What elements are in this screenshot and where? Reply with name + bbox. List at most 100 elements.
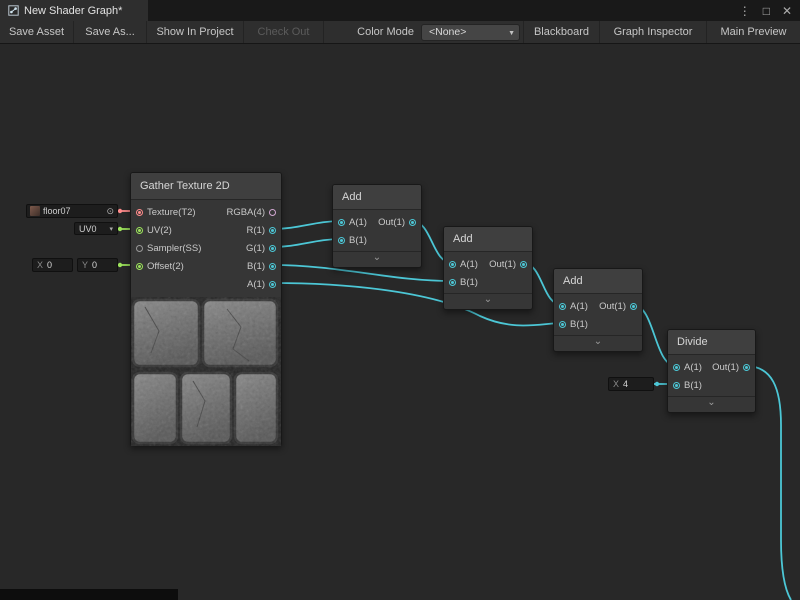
out-port[interactable] bbox=[630, 303, 637, 310]
port-row-a: A(1) bbox=[559, 297, 588, 315]
port-label-a: A(1) bbox=[349, 217, 367, 228]
node-add-2[interactable]: Add A(1) B(1) Out(1) ⌄ bbox=[443, 226, 533, 310]
offset-x-label: X bbox=[37, 260, 43, 270]
b-input-port[interactable] bbox=[559, 321, 566, 328]
sampler-input-port[interactable] bbox=[136, 245, 143, 252]
uv-dropdown-arrow-icon: ▾ bbox=[109, 225, 113, 233]
b-input-port[interactable] bbox=[338, 237, 345, 244]
uv-input-port[interactable] bbox=[136, 227, 143, 234]
uv-channel-dropdown[interactable]: UV0 ▾ bbox=[74, 222, 118, 235]
port-label-texture: Texture(T2) bbox=[147, 207, 196, 218]
bottom-dock-strip bbox=[0, 589, 178, 600]
port-row-out: Out(1) bbox=[712, 358, 750, 376]
object-picker-icon[interactable]: ⊙ bbox=[106, 206, 114, 217]
preview-collapse-chevron[interactable]: ⌄ bbox=[444, 293, 532, 309]
b-input-port[interactable] bbox=[673, 382, 680, 389]
unity-shader-graph-window: New Shader Graph* ⋮ □ ✕ Save Asset Save … bbox=[0, 0, 800, 600]
edges-layer bbox=[0, 0, 800, 600]
r-output-port[interactable] bbox=[269, 227, 276, 234]
port-row-sampler: Sampler(SS) bbox=[136, 239, 201, 257]
port-row-b: B(1) bbox=[449, 273, 478, 291]
port-label-offset: Offset(2) bbox=[147, 261, 184, 272]
node-add-1[interactable]: Add A(1) B(1) Out(1) ⌄ bbox=[332, 184, 422, 268]
node-add-3[interactable]: Add A(1) B(1) Out(1) ⌄ bbox=[553, 268, 643, 352]
port-label-b: B(1) bbox=[247, 261, 265, 272]
port-label-out: Out(1) bbox=[599, 301, 626, 312]
a-output-port[interactable] bbox=[269, 281, 276, 288]
offset-input-port[interactable] bbox=[136, 263, 143, 270]
node-gather-texture-2d[interactable]: Gather Texture 2D Texture(T2) UV(2) Samp… bbox=[130, 172, 282, 446]
out-port[interactable] bbox=[409, 219, 416, 226]
offset-y-label: Y bbox=[82, 260, 88, 270]
port-row-out: Out(1) bbox=[378, 213, 416, 231]
offset-y-field[interactable]: Y 0 bbox=[77, 258, 118, 272]
b-output-port[interactable] bbox=[269, 263, 276, 270]
divide-b-value-field[interactable]: X 4 bbox=[608, 377, 654, 391]
port-label-b: B(1) bbox=[460, 277, 478, 288]
port-row-out: Out(1) bbox=[599, 297, 637, 315]
texture-name: floor07 bbox=[43, 206, 103, 216]
offset-x-field[interactable]: X 0 bbox=[32, 258, 73, 272]
node-title: Gather Texture 2D bbox=[131, 173, 281, 200]
offset-x-value: 0 bbox=[47, 260, 52, 270]
port-row-rgba: RGBA(4) bbox=[226, 203, 276, 221]
port-label-b: B(1) bbox=[570, 319, 588, 330]
port-row-a: A(1) bbox=[673, 358, 702, 376]
port-label-b: B(1) bbox=[349, 235, 367, 246]
port-label-a: A(1) bbox=[460, 259, 478, 270]
node-texture-preview bbox=[131, 297, 281, 446]
port-label-g: G(1) bbox=[246, 243, 265, 254]
node-title: Add bbox=[444, 227, 532, 252]
offset-connector-dot bbox=[118, 263, 122, 267]
uv-channel-value: UV0 bbox=[79, 224, 97, 234]
a-input-port[interactable] bbox=[338, 219, 345, 226]
port-label-a: A(1) bbox=[570, 301, 588, 312]
port-label-a: A(1) bbox=[684, 362, 702, 373]
port-row-b: B(1) bbox=[338, 231, 367, 249]
port-label-uv: UV(2) bbox=[147, 225, 172, 236]
port-label-a: A(1) bbox=[247, 279, 265, 290]
preview-collapse-chevron[interactable]: ⌄ bbox=[333, 251, 421, 267]
out-port[interactable] bbox=[743, 364, 750, 371]
offset-y-value: 0 bbox=[92, 260, 97, 270]
uv-connector-dot bbox=[118, 227, 122, 231]
port-label-out: Out(1) bbox=[712, 362, 739, 373]
port-row-r: R(1) bbox=[247, 221, 276, 239]
port-label-out: Out(1) bbox=[378, 217, 405, 228]
port-row-uv: UV(2) bbox=[136, 221, 172, 239]
port-row-a: A(1) bbox=[449, 255, 478, 273]
texture-thumbnail bbox=[30, 206, 40, 216]
port-row-b: B(1) bbox=[673, 376, 702, 394]
port-row-b: B(1) bbox=[247, 257, 276, 275]
preview-collapse-chevron[interactable]: ⌄ bbox=[554, 335, 642, 351]
node-title: Add bbox=[554, 269, 642, 294]
texture-input-port[interactable] bbox=[136, 209, 143, 216]
port-row-texture: Texture(T2) bbox=[136, 203, 196, 221]
a-input-port[interactable] bbox=[449, 261, 456, 268]
port-row-b: B(1) bbox=[559, 315, 588, 333]
x4-connector-dot bbox=[655, 382, 659, 386]
a-input-port[interactable] bbox=[559, 303, 566, 310]
b-input-port[interactable] bbox=[449, 279, 456, 286]
node-title: Add bbox=[333, 185, 421, 210]
port-row-offset: Offset(2) bbox=[136, 257, 184, 275]
a-input-port[interactable] bbox=[673, 364, 680, 371]
rgba-output-port[interactable] bbox=[269, 209, 276, 216]
port-row-a: A(1) bbox=[247, 275, 276, 293]
out-port[interactable] bbox=[520, 261, 527, 268]
port-row-g: G(1) bbox=[246, 239, 276, 257]
port-label-b: B(1) bbox=[684, 380, 702, 391]
port-label-rgba: RGBA(4) bbox=[226, 207, 265, 218]
texture-object-field[interactable]: floor07 ⊙ bbox=[26, 204, 118, 218]
preview-collapse-chevron[interactable]: ⌄ bbox=[668, 396, 755, 412]
node-title: Divide bbox=[668, 330, 755, 355]
texture-connector-dot bbox=[118, 209, 122, 213]
port-row-out: Out(1) bbox=[489, 255, 527, 273]
divide-b-value: 4 bbox=[623, 379, 628, 389]
port-label-r: R(1) bbox=[247, 225, 265, 236]
node-divide[interactable]: Divide A(1) B(1) Out(1) ⌄ bbox=[667, 329, 756, 413]
port-row-a: A(1) bbox=[338, 213, 367, 231]
port-label-sampler: Sampler(SS) bbox=[147, 243, 201, 254]
g-output-port[interactable] bbox=[269, 245, 276, 252]
port-label-out: Out(1) bbox=[489, 259, 516, 270]
